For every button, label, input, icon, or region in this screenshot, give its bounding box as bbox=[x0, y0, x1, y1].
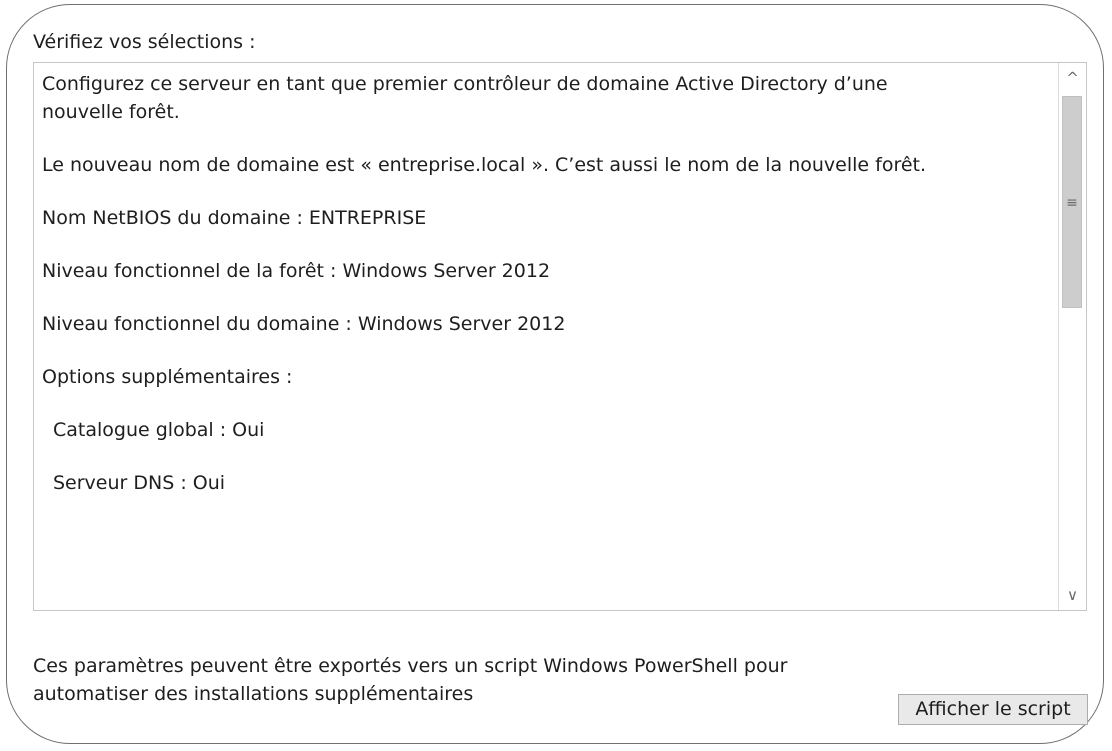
export-description: Ces paramètres peuvent être exportés ver… bbox=[33, 652, 893, 708]
summary-line-forest-level: Niveau fonctionnel de la forêt : Windows… bbox=[42, 260, 551, 282]
scrollbar-thumb[interactable]: ≡ bbox=[1062, 96, 1082, 308]
summary-line-config-cont: nouvelle forêt. bbox=[42, 101, 180, 123]
selections-summary-box[interactable]: Configurez ce serveur en tant que premie… bbox=[33, 62, 1087, 611]
vertical-scrollbar[interactable]: ^ ≡ ∨ bbox=[1058, 63, 1086, 610]
view-script-button[interactable]: Afficher le script bbox=[898, 694, 1088, 725]
export-description-line-1: Ces paramètres peuvent être exportés ver… bbox=[33, 655, 788, 677]
summary-line-dns-server: Serveur DNS : Oui bbox=[53, 472, 226, 494]
summary-line-additional-options: Options supplémentaires : bbox=[42, 366, 293, 388]
summary-line-domain-level: Niveau fonctionnel du domaine : Windows … bbox=[42, 313, 566, 335]
export-description-line-2: automatiser des installations supplément… bbox=[33, 683, 474, 705]
summary-line-domain-name: Le nouveau nom de domaine est « entrepri… bbox=[42, 154, 927, 176]
summary-content: Configurez ce serveur en tant que premie… bbox=[42, 70, 1052, 497]
review-heading: Vérifiez vos sélections : bbox=[33, 31, 256, 53]
scroll-up-arrow-icon[interactable]: ^ bbox=[1059, 63, 1086, 93]
summary-line-global-catalog: Catalogue global : Oui bbox=[53, 419, 265, 441]
scroll-down-arrow-icon[interactable]: ∨ bbox=[1059, 580, 1086, 610]
grip-icon: ≡ bbox=[1066, 195, 1078, 211]
summary-line-config: Configurez ce serveur en tant que premie… bbox=[42, 73, 888, 95]
summary-line-netbios: Nom NetBIOS du domaine : ENTREPRISE bbox=[42, 207, 427, 229]
